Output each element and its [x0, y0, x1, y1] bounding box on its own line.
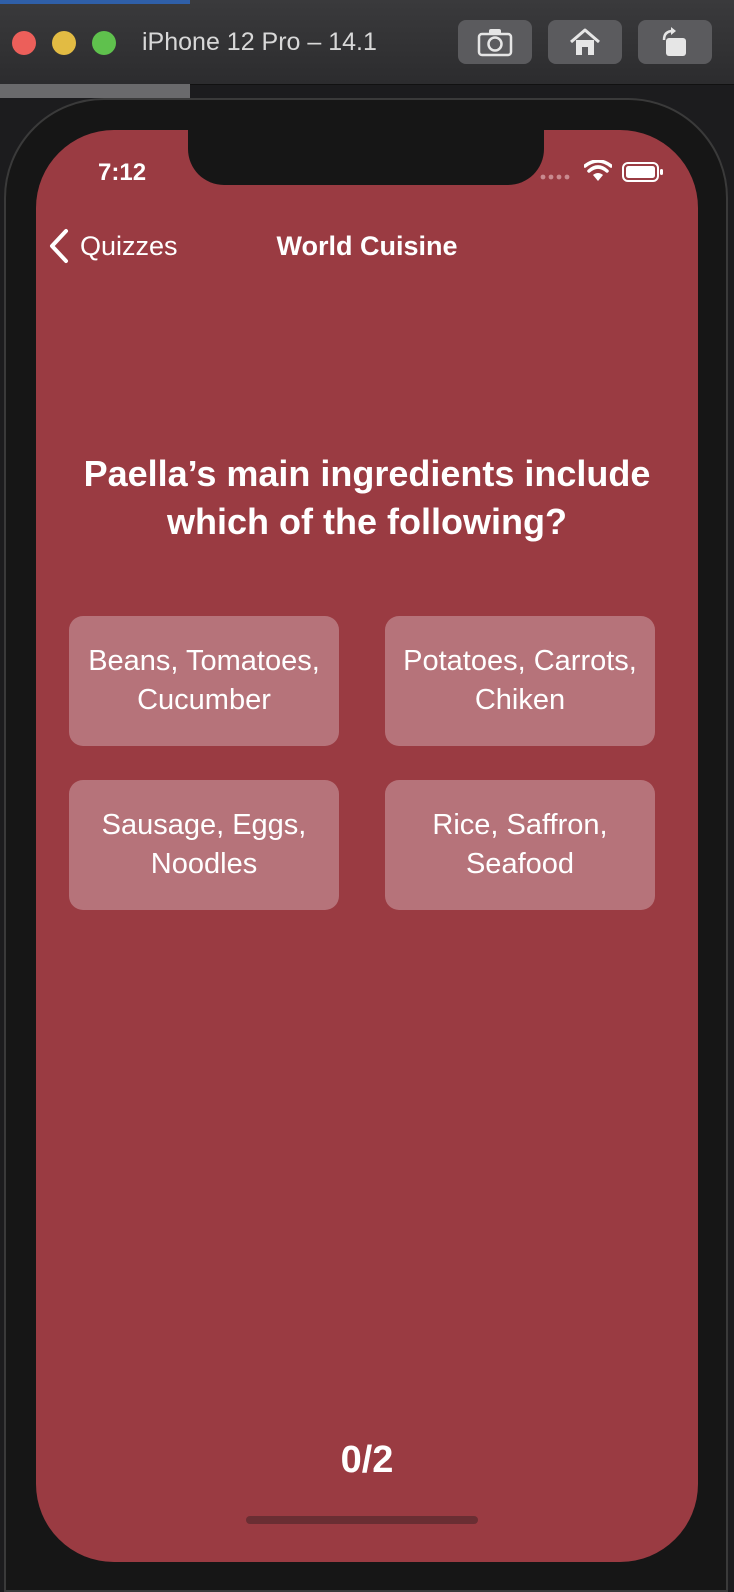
home-indicator[interactable] [246, 1516, 478, 1524]
simulator-title: iPhone 12 Pro – 14.1 [142, 28, 377, 56]
answer-button[interactable]: Sausage, Eggs, Noodles [69, 780, 339, 910]
notch [188, 130, 544, 185]
score-counter: 0/2 [340, 1439, 394, 1481]
quiz-screen: 7:12 Quizzes World Cuisine Paella’s main… [36, 130, 698, 1562]
answer-button[interactable]: Rice, Saffron, Seafood [385, 780, 655, 910]
nav-title: World Cuisine [276, 231, 458, 261]
wifi-icon [584, 160, 612, 181]
camera-icon [477, 29, 513, 57]
answer-grid: Beans, Tomatoes, Cucumber Potatoes, Carr… [69, 616, 655, 910]
status-time: 7:12 [98, 159, 147, 186]
title-bar-accent [0, 0, 190, 4]
rotate-icon [662, 27, 686, 56]
minimize-window-button[interactable] [52, 31, 76, 55]
battery-icon [622, 162, 663, 182]
home-button[interactable] [548, 20, 622, 64]
simulator-title-bar: iPhone 12 Pro – 14.1 [0, 0, 734, 85]
screenshot-button[interactable] [458, 20, 532, 64]
answer-button[interactable]: Beans, Tomatoes, Cucumber [69, 616, 339, 746]
rotate-button[interactable] [638, 20, 712, 64]
zoom-window-button[interactable] [92, 31, 116, 55]
cellular-signal-icon [540, 174, 570, 180]
answer-button[interactable]: Potatoes, Carrots, Chiken [385, 616, 655, 746]
home-icon [570, 28, 600, 55]
background-window [0, 84, 190, 98]
close-window-button[interactable] [12, 31, 36, 55]
question-text: Paella’s main ingredients include which … [83, 453, 651, 542]
